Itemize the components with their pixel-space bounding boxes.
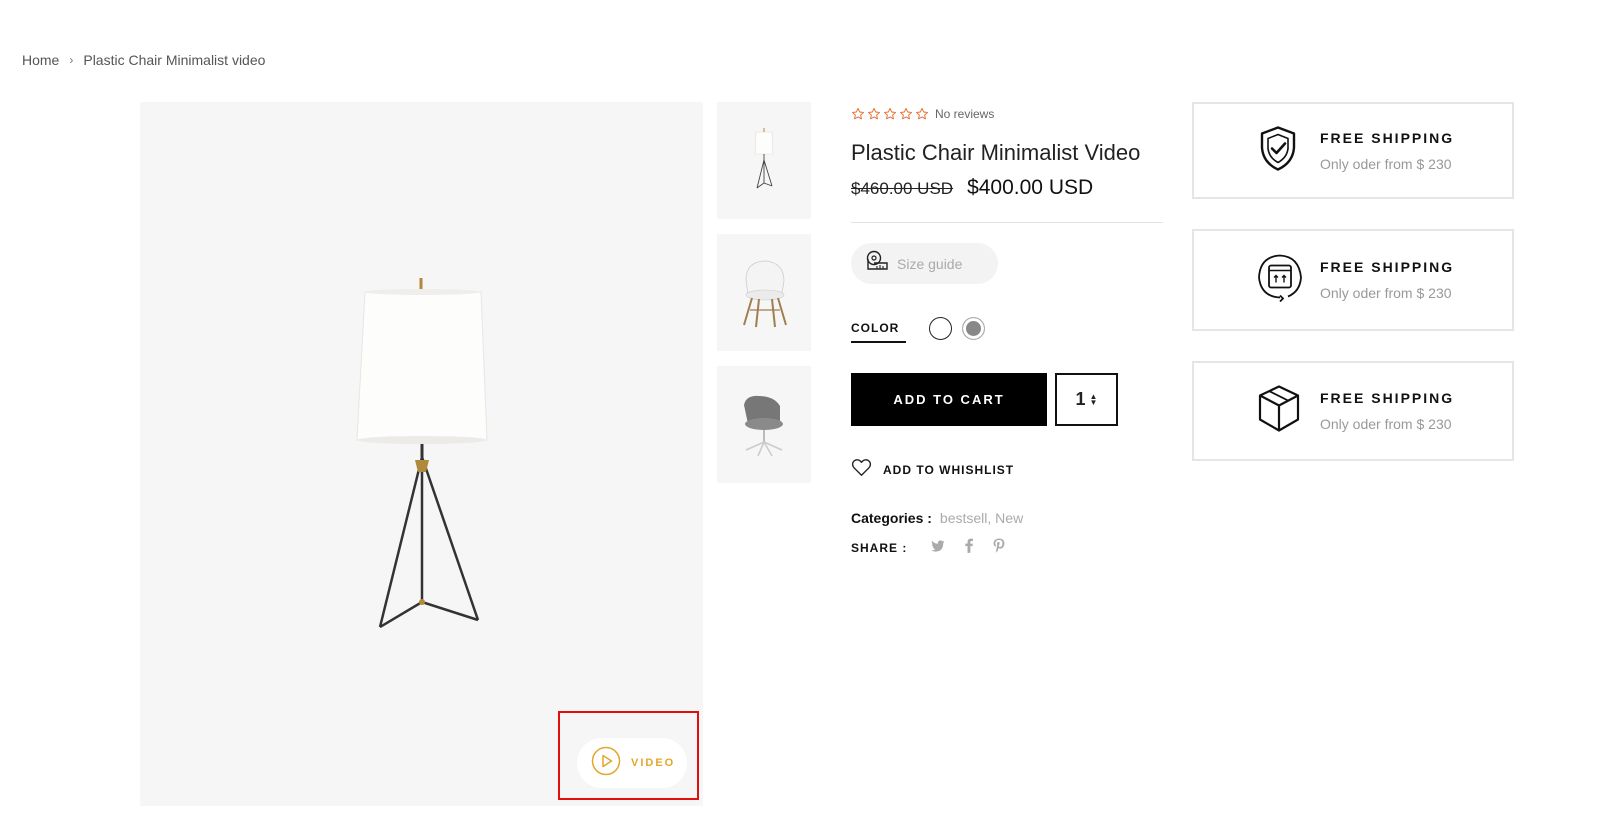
- add-to-cart-button[interactable]: ADD TO CART: [851, 373, 1047, 426]
- star-icon: [883, 107, 897, 120]
- reviews-count[interactable]: No reviews: [935, 107, 994, 121]
- cart-row: ADD TO CART 1 ▲ ▼: [851, 373, 1163, 426]
- policy-text: FREE SHIPPING Only oder from $ 230: [1320, 390, 1454, 432]
- policy-text: FREE SHIPPING Only oder from $ 230: [1320, 130, 1454, 172]
- box-return-icon: [1256, 252, 1304, 309]
- size-guide-label: Size guide: [897, 255, 963, 272]
- color-label: COLOR: [851, 321, 906, 343]
- quantity-spinner[interactable]: ▲ ▼: [1090, 392, 1098, 406]
- color-selector: COLOR: [851, 316, 1163, 343]
- policy-box: FREE SHIPPING Only oder from $ 230: [1192, 361, 1514, 461]
- thumbnail-grey-swivel-chair[interactable]: [717, 366, 811, 483]
- color-swatches: [929, 316, 985, 340]
- floor-lamp-image: [356, 278, 488, 629]
- wishlist-label: ADD TO WHISHLIST: [883, 463, 1015, 477]
- thumbnail-floor-lamp[interactable]: [717, 102, 811, 219]
- sale-price: $400.00 USD: [967, 176, 1094, 199]
- share-icons: [931, 538, 1005, 558]
- package-icon: [1256, 384, 1302, 439]
- shield-check-icon: [1256, 124, 1300, 177]
- size-guide-button[interactable]: Size guide: [851, 243, 998, 284]
- star-icon: [867, 107, 881, 120]
- policy-title: FREE SHIPPING: [1320, 390, 1455, 406]
- play-circle-icon: [591, 746, 621, 781]
- video-button-label: VIDEO: [631, 757, 676, 769]
- white-chair-thumbnail: [743, 260, 787, 328]
- color-swatch-grey[interactable]: [962, 316, 985, 340]
- policy-title: FREE SHIPPING: [1320, 259, 1455, 275]
- categories-label: Categories :: [851, 510, 932, 526]
- facebook-icon[interactable]: [965, 538, 974, 558]
- policy-title: FREE SHIPPING: [1320, 129, 1455, 146]
- policy-box: FREE SHIPPING Only oder from $ 230: [1192, 229, 1514, 331]
- policy-subtitle: Only oder from $ 230: [1320, 285, 1452, 301]
- categories-links[interactable]: bestsell, New: [940, 510, 1023, 526]
- breadcrumb: Home › Plastic Chair Minimalist video: [22, 52, 265, 68]
- color-swatch-white[interactable]: [929, 316, 952, 340]
- rating: No reviews: [851, 102, 1163, 126]
- price-block: $460.00 USD $400.00 USD: [851, 176, 1163, 200]
- rating-stars: [851, 107, 929, 121]
- old-price: $460.00 USD: [851, 179, 954, 198]
- tape-measure-icon: [865, 249, 889, 278]
- categories: Categories : bestsell, New: [851, 510, 1163, 526]
- share-label: SHARE :: [851, 541, 908, 555]
- policy-subtitle: Only oder from $ 230: [1320, 416, 1452, 432]
- share-row: SHARE :: [851, 538, 1163, 558]
- star-icon: [915, 107, 929, 120]
- grey-swivel-chair-thumbnail: [744, 395, 783, 456]
- product-info: No reviews Plastic Chair Minimalist Vide…: [851, 102, 1163, 558]
- add-to-wishlist-button[interactable]: ADD TO WHISHLIST: [851, 458, 1163, 482]
- quantity-stepper[interactable]: 1 ▲ ▼: [1055, 373, 1118, 426]
- heart-icon: [851, 458, 872, 482]
- policy-subtitle: Only oder from $ 230: [1320, 155, 1452, 172]
- floor-lamp-thumbnail: [754, 127, 774, 188]
- breadcrumb-separator: ›: [69, 53, 74, 67]
- main-product-image[interactable]: [140, 102, 703, 806]
- pinterest-icon[interactable]: [993, 538, 1005, 558]
- breadcrumb-home-link[interactable]: Home: [22, 52, 59, 68]
- thumbnail-white-chair[interactable]: [717, 234, 811, 351]
- star-icon: [851, 107, 865, 120]
- chevron-down-icon[interactable]: ▼: [1090, 398, 1098, 406]
- quantity-value[interactable]: 1: [1076, 389, 1086, 410]
- policy-box: FREE SHIPPING Only oder from $ 230: [1192, 102, 1514, 199]
- twitter-icon[interactable]: [931, 539, 945, 557]
- policy-text: FREE SHIPPING Only oder from $ 230: [1320, 259, 1454, 301]
- thumbnail-list: [717, 102, 811, 498]
- breadcrumb-current: Plastic Chair Minimalist video: [83, 52, 266, 68]
- star-icon: [899, 107, 913, 120]
- video-button[interactable]: VIDEO: [577, 738, 687, 788]
- divider: [851, 222, 1163, 223]
- product-title: Plastic Chair Minimalist Video: [851, 140, 1141, 165]
